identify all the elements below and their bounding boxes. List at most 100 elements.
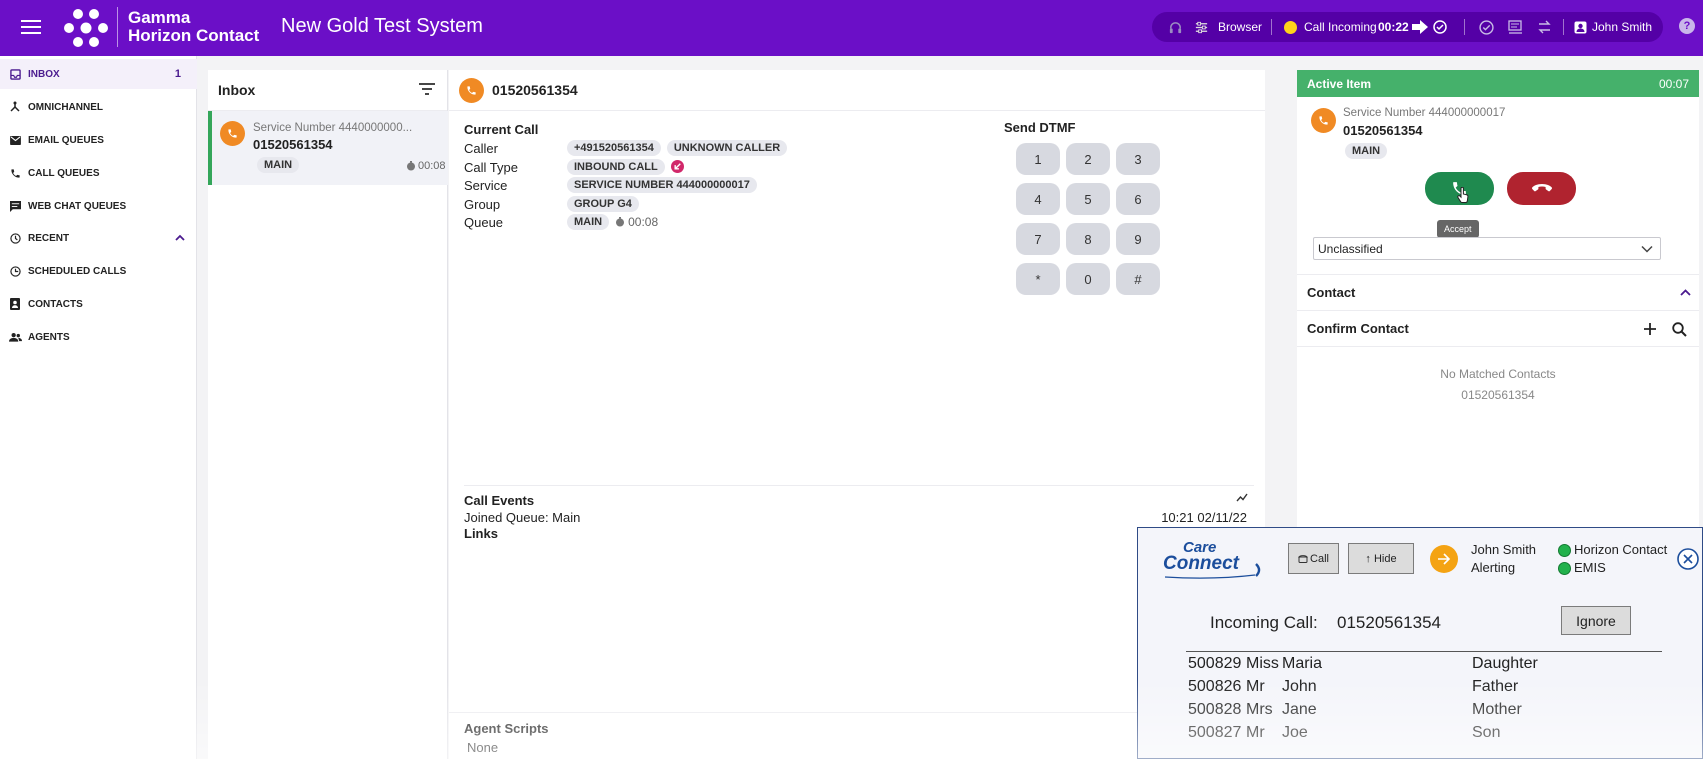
sidebar-item-label: AGENTS	[28, 331, 70, 343]
sidebar-item-omnichannel[interactable]: OMNICHANNEL	[0, 92, 197, 122]
table-row[interactable]: 500827 Mr Joe Son	[1186, 721, 1662, 744]
call-events-section: Call Events Joined Queue: Main 10:21 02/…	[464, 485, 1254, 541]
dtmf-key-0[interactable]: 0	[1066, 263, 1110, 295]
sidebar-item-label: OMNICHANNEL	[28, 101, 103, 113]
no-match-text: No Matched Contacts	[1440, 367, 1556, 381]
dtmf-key-hash[interactable]: #	[1116, 263, 1160, 295]
system-2-name: EMIS	[1574, 560, 1606, 575]
service-label: Service	[464, 178, 508, 193]
sidebar-item-recent[interactable]: RECENT	[0, 223, 197, 253]
table-row[interactable]: 500828 Mrs Jane Mother	[1186, 698, 1662, 721]
dtmf-key-6[interactable]: 6	[1116, 183, 1160, 215]
sidebar-item-inbox[interactable]: INBOX 1	[0, 59, 197, 89]
call-button[interactable]: Call	[1288, 543, 1339, 574]
agent-name: John Smith	[1471, 542, 1537, 557]
caller-number-badge: +491520561354	[567, 140, 661, 156]
recent-icon	[8, 232, 22, 244]
user-name[interactable]: John Smith	[1592, 12, 1652, 42]
settings-sliders-icon[interactable]	[1194, 12, 1209, 42]
dtmf-key-7[interactable]: 7	[1016, 223, 1060, 255]
patient-id: 500827	[1188, 724, 1242, 741]
patient-name: Joe	[1282, 724, 1308, 741]
sidebar-item-label: SCHEDULED CALLS	[28, 265, 127, 277]
call-events-title: Call Events	[464, 493, 535, 508]
gamma-logo-icon	[64, 9, 108, 47]
dtmf-key-5[interactable]: 5	[1066, 183, 1110, 215]
main-header-number: 01520561354	[492, 82, 578, 98]
check-circle-icon[interactable]	[1433, 12, 1447, 42]
inbox-panel: Inbox Service Number 4440000000... 01520…	[208, 70, 448, 759]
dtmf-key-4[interactable]: 4	[1016, 183, 1060, 215]
check-circle-outline-icon[interactable]	[1479, 12, 1494, 42]
system-status-block: Horizon Contact EMIS	[1558, 541, 1667, 577]
agent-scripts-value: None	[467, 740, 499, 755]
browser-label[interactable]: Browser	[1218, 12, 1262, 42]
clock-icon	[8, 265, 22, 277]
dtmf-key-8[interactable]: 8	[1066, 223, 1110, 255]
sidebar: INBOX 1 OMNICHANNEL EMAIL QUEUES CALL QU…	[0, 56, 197, 759]
call-type-label: Call Type	[464, 159, 518, 175]
chevron-up-icon[interactable]	[175, 233, 185, 244]
sidebar-item-scheduled-calls[interactable]: SCHEDULED CALLS	[0, 256, 197, 286]
table-row[interactable]: 500829 Miss Maria Daughter	[1186, 652, 1662, 675]
search-icon[interactable]	[1672, 322, 1687, 337]
classification-value: Unclassified	[1318, 241, 1383, 256]
sidebar-item-agents[interactable]: AGENTS	[0, 322, 197, 352]
hide-button[interactable]: ↑ Hide	[1348, 543, 1414, 574]
system-1-name: Horizon Contact	[1574, 542, 1668, 557]
call-type-badge: INBOUND CALL	[567, 158, 665, 175]
timer-icon	[407, 161, 415, 171]
queue-row: Queue MAIN 00:08	[464, 214, 658, 233]
reject-call-button[interactable]	[1507, 172, 1576, 205]
ignore-button[interactable]: Ignore	[1561, 606, 1631, 635]
wrap-up-icon[interactable]	[1508, 12, 1523, 42]
table-row[interactable]: 500826 Mr John Father	[1186, 675, 1662, 698]
sidebar-item-label: CONTACTS	[28, 298, 83, 310]
patient-relation: Son	[1472, 724, 1501, 741]
incoming-call-label: Incoming Call:	[1210, 613, 1318, 632]
filter-icon[interactable]	[419, 83, 435, 98]
dtmf-key-3[interactable]: 3	[1116, 143, 1160, 175]
sidebar-item-label: WEB CHAT QUEUES	[28, 200, 127, 212]
dtmf-key-1[interactable]: 1	[1016, 143, 1060, 175]
caller-row: Caller +491520561354 UNKNOWN CALLER	[464, 140, 788, 159]
help-icon[interactable]: ?	[1679, 18, 1695, 34]
patient-name: Maria	[1282, 655, 1323, 672]
call-status-label: Call Incoming	[1304, 20, 1377, 34]
caller-label: Caller	[464, 141, 498, 156]
confirm-contact-header: Confirm Contact	[1297, 310, 1699, 346]
collapse-events-icon[interactable]	[1236, 493, 1248, 502]
queue-badge: MAIN	[257, 157, 300, 173]
patient-relation: Daughter	[1472, 655, 1538, 672]
headset-icon[interactable]	[1168, 12, 1183, 42]
group-row: Group GROUP G4	[464, 195, 639, 215]
phone-avatar-icon	[459, 77, 484, 103]
sidebar-item-contacts[interactable]: CONTACTS	[0, 289, 197, 319]
phone-avatar-icon	[1311, 108, 1336, 133]
contact-section-header[interactable]: Contact	[1297, 274, 1699, 310]
sidebar-item-email-queues[interactable]: EMAIL QUEUES	[0, 125, 197, 155]
transfer-icon[interactable]	[1537, 12, 1552, 42]
chevron-up-icon[interactable]	[1680, 289, 1691, 296]
sidebar-item-call-queues[interactable]: CALL QUEUES	[0, 158, 197, 188]
inbox-item-number: 01520561354	[253, 137, 333, 152]
arrow-right-icon[interactable]	[1412, 12, 1428, 42]
close-icon[interactable]	[1677, 548, 1699, 570]
careconnect-popup: Care Connect Call ↑ Hide John Smith Aler…	[1137, 527, 1703, 759]
menu-icon[interactable]	[21, 20, 41, 34]
dtmf-key-star[interactable]: *	[1016, 263, 1060, 295]
agent-status-block: John Smith Alerting	[1471, 541, 1536, 577]
classification-select[interactable]: Unclassified	[1313, 237, 1661, 260]
sidebar-item-web-chat-queues[interactable]: WEB CHAT QUEUES	[0, 191, 197, 221]
dtmf-key-2[interactable]: 2	[1066, 143, 1110, 175]
sidebar-item-label: INBOX	[28, 68, 60, 80]
dtmf-key-9[interactable]: 9	[1116, 223, 1160, 255]
top-bar: Gamma Horizon Contact New Gold Test Syst…	[0, 0, 1703, 56]
inbox-item[interactable]: Service Number 4440000000... 01520561354…	[208, 111, 448, 185]
status-pill: Browser Call Incoming 00:22 John Smith	[1152, 12, 1663, 42]
add-contact-icon[interactable]	[1643, 322, 1657, 336]
patient-title: Miss	[1246, 655, 1279, 672]
inbox-title: Inbox	[218, 82, 256, 98]
patient-id: 500828	[1188, 701, 1242, 718]
dtmf-title: Send DTMF	[1004, 120, 1076, 135]
